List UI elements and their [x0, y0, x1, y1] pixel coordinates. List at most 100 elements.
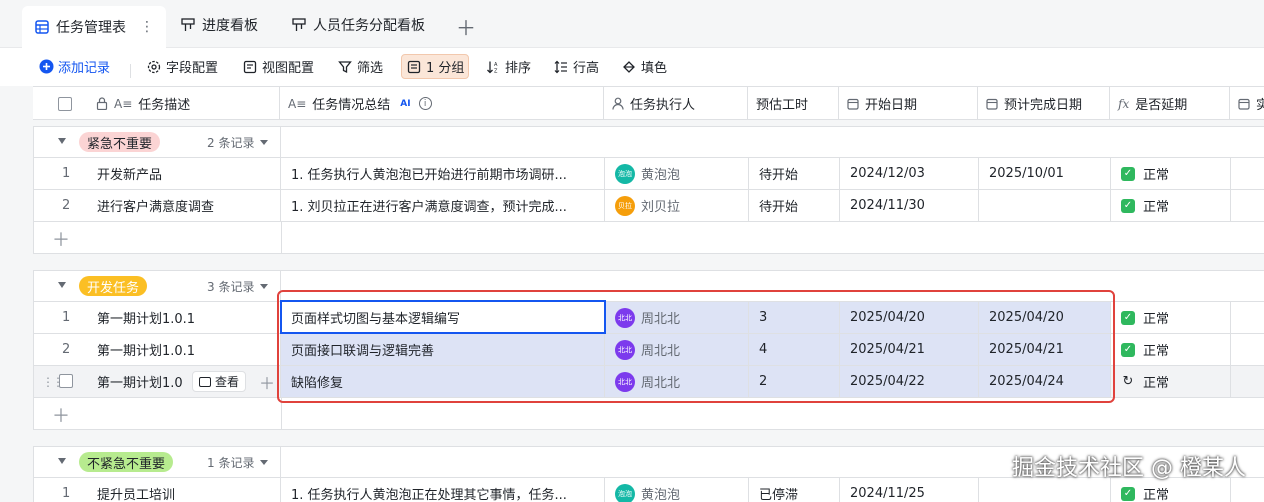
more-icon[interactable]: ⋮ [140, 19, 154, 35]
row-number: 2 [62, 198, 71, 213]
avatar: 北北 [615, 307, 635, 328]
plus-icon[interactable]: ＋ [52, 402, 70, 428]
cell-start[interactable]: 2025/04/22 [840, 366, 979, 397]
table-icon [34, 19, 50, 35]
filter-button[interactable]: 筛选 [333, 54, 387, 79]
cell-start[interactable]: 2025/04/21 [840, 334, 979, 365]
cell-start[interactable]: 2024/12/03 [840, 158, 979, 189]
plus-icon[interactable]: ＋ [52, 226, 70, 252]
field-config-button[interactable]: 字段配置 [142, 54, 222, 79]
cell-start[interactable]: 2024/11/30 [840, 190, 979, 221]
table-row[interactable]: ⋮⋮ 第一期计划1.0 查看 ＋ 缺陷修复 北北 周北北 2 2025/04/22… [34, 366, 1264, 398]
cell-delayed[interactable]: ✓ 正常 [1111, 158, 1231, 189]
kanban-icon [291, 17, 307, 33]
cell-delayed[interactable]: ✓ 正常 [1111, 334, 1231, 365]
row-checkbox[interactable] [59, 374, 73, 388]
column-header-start[interactable]: 开始日期 [839, 87, 978, 120]
cell-desc[interactable]: 进行客户满意度调查 [87, 190, 281, 221]
table-row[interactable]: 2 进行客户满意度调查 1. 刘贝拉正在进行客户满意度调查，预计完成... 贝拉… [34, 190, 1264, 222]
tab-progress-kanban[interactable]: 进度看板 [180, 8, 258, 41]
add-row[interactable]: ＋ [34, 222, 1264, 253]
cell-estimate[interactable]: 2 [749, 366, 840, 397]
collapse-caret-icon[interactable] [58, 138, 66, 144]
row-height-button[interactable]: 行高 [549, 54, 603, 79]
cell-estimate[interactable]: 待开始 [749, 158, 840, 189]
add-row[interactable]: ＋ [34, 398, 1264, 429]
info-icon[interactable]: i [418, 97, 432, 110]
row-height-icon [553, 59, 569, 75]
cell-estimate[interactable]: 4 [749, 334, 840, 365]
tab-assignee-kanban[interactable]: 人员任务分配看板 [291, 8, 425, 41]
add-view-icon[interactable]: ＋ [456, 12, 476, 41]
tab-label: 任务管理表 [56, 20, 126, 36]
cell-assignee[interactable]: 北北 周北北 [605, 302, 749, 333]
cell-due[interactable] [979, 190, 1111, 221]
cell-delayed[interactable]: ✓ 正常 [1111, 190, 1231, 221]
refresh-icon: ↻ [1122, 374, 1134, 389]
cell-summary[interactable]: 1. 刘贝拉正在进行客户满意度调查，预计完成... [281, 190, 605, 221]
cell-next[interactable] [1231, 366, 1264, 397]
cell-next[interactable] [1231, 190, 1264, 221]
cell-assignee[interactable]: 泡泡 黄泡泡 [605, 478, 749, 502]
cell-next[interactable] [1231, 158, 1264, 189]
group-count[interactable]: 2 条记录 [207, 134, 269, 151]
add-record-button[interactable]: 添加记录 [34, 54, 114, 79]
cell-desc[interactable]: 第一期计划1.0 [87, 366, 281, 397]
cell-due[interactable]: 2025/10/01 [979, 158, 1111, 189]
column-header-delayed[interactable]: fx 是否延期 [1110, 87, 1230, 120]
table-row[interactable]: 1 开发新产品 1. 任务执行人黄泡泡已开始进行前期市场调研... 泡泡 黄泡泡 … [34, 158, 1264, 190]
column-header-next[interactable]: 实 [1230, 87, 1264, 120]
cell-desc[interactable]: 第一期计划1.0.1 [87, 302, 281, 333]
chevron-down-icon [260, 140, 269, 145]
cell-estimate[interactable]: 3 [749, 302, 840, 333]
cell-due[interactable]: 2025/04/24 [979, 366, 1111, 397]
cell-summary[interactable]: 1. 任务执行人黄泡泡正在处理其它事情，任务... [281, 478, 605, 502]
cell-next[interactable] [1231, 334, 1264, 365]
column-header-summary[interactable]: A≡ 任务情况总结 AI i [280, 87, 604, 120]
cell-assignee[interactable]: 北北 周北北 [605, 366, 749, 397]
column-header-due[interactable]: 预计完成日期 [978, 87, 1110, 120]
column-header-assignee[interactable]: 任务执行人 [604, 87, 748, 120]
view-record-button[interactable]: 查看 [192, 371, 247, 392]
row-number: 1 [62, 166, 71, 181]
avatar: 北北 [615, 371, 635, 392]
tab-task-table[interactable]: 任务管理表 ⋮ [22, 6, 166, 48]
table-row[interactable]: 1 第一期计划1.0.1 页面样式切图与基本逻辑编写 北北 周北北 3 2025/… [34, 302, 1264, 334]
column-header-estimate[interactable]: 预估工时 [748, 87, 839, 120]
column-header-desc[interactable]: A≡ 任务描述 [88, 87, 280, 120]
group-count[interactable]: 1 条记录 [207, 454, 269, 471]
cell-start[interactable]: 2025/04/20 [840, 302, 979, 333]
cell-delayed[interactable]: ↻ 正常 [1111, 366, 1231, 397]
group-dev-tasks: 开发任务 3 条记录 1 第一期计划1.0.1 页面样式切图与基本逻辑编写 北北… [33, 270, 1264, 430]
cell-assignee[interactable]: 贝拉 刘贝拉 [605, 190, 749, 221]
cell-estimate[interactable]: 已停滞 [749, 478, 840, 502]
cell-start[interactable]: 2024/11/25 [840, 478, 979, 502]
cell-summary[interactable]: 缺陷修复 [281, 366, 605, 397]
group-header[interactable]: 开发任务 3 条记录 [34, 271, 1264, 302]
cell-desc[interactable]: 提升员工培训 [87, 478, 281, 502]
cell-next[interactable] [1231, 302, 1264, 333]
cell-summary[interactable]: 页面接口联调与逻辑完善 [281, 334, 605, 365]
select-all-checkbox[interactable] [58, 97, 72, 111]
collapse-caret-icon[interactable] [58, 458, 66, 464]
cell-assignee[interactable]: 北北 周北北 [605, 334, 749, 365]
cell-summary[interactable]: 页面样式切图与基本逻辑编写 [281, 302, 605, 333]
sort-button[interactable]: AZ 排序 [481, 54, 535, 79]
view-config-button[interactable]: 视图配置 [238, 54, 318, 79]
group-count[interactable]: 3 条记录 [207, 278, 269, 295]
cell-assignee[interactable]: 泡泡 黄泡泡 [605, 158, 749, 189]
group-button[interactable]: 1 分组 [401, 54, 470, 79]
cell-due[interactable]: 2025/04/20 [979, 302, 1111, 333]
cell-desc[interactable]: 开发新产品 [87, 158, 281, 189]
collapse-caret-icon[interactable] [58, 282, 66, 288]
cell-estimate[interactable]: 待开始 [749, 190, 840, 221]
cell-desc[interactable]: 第一期计划1.0.1 [87, 334, 281, 365]
check-icon: ✓ [1121, 198, 1135, 213]
cell-summary[interactable]: 1. 任务执行人黄泡泡已开始进行前期市场调研... [281, 158, 605, 189]
table-row[interactable]: 2 第一期计划1.0.1 页面接口联调与逻辑完善 北北 周北北 4 2025/04… [34, 334, 1264, 366]
cell-due[interactable]: 2025/04/21 [979, 334, 1111, 365]
cell-delayed[interactable]: ✓ 正常 [1111, 302, 1231, 333]
group-header[interactable]: 紧急不重要 2 条记录 [34, 127, 1264, 158]
fill-color-button[interactable]: 填色 [617, 54, 671, 79]
add-subrecord-icon[interactable]: ＋ [259, 370, 275, 394]
